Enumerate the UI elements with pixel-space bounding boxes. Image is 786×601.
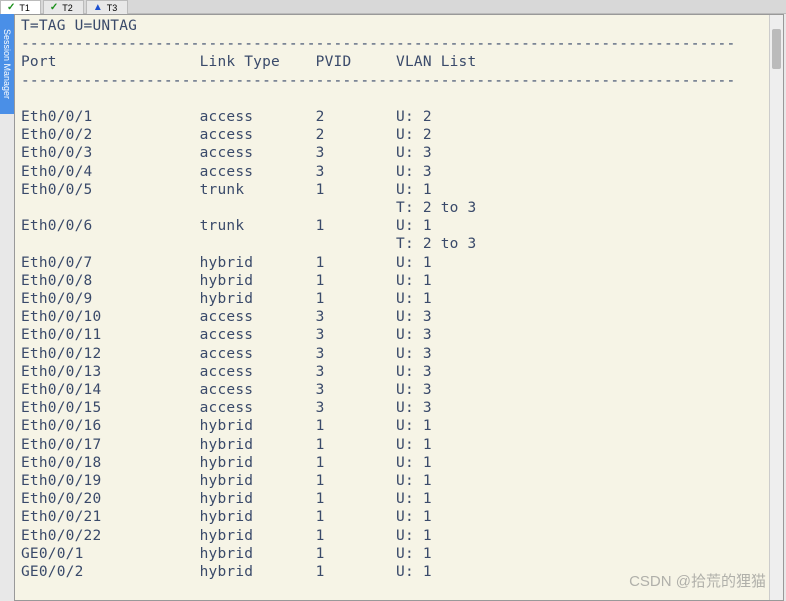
session-manager-tab[interactable]: Session Manager	[0, 14, 14, 114]
terminal-output[interactable]: T=TAG U=UNTAG --------------------------…	[15, 15, 783, 600]
terminal-pane: T=TAG U=UNTAG --------------------------…	[14, 14, 784, 601]
tab-label: T3	[107, 3, 118, 13]
tab-t3[interactable]: ▲ T3	[86, 0, 128, 14]
tab-t2[interactable]: ✓ T2	[43, 0, 84, 14]
check-icon: ✓	[50, 2, 58, 13]
scrollbar-vertical[interactable]	[769, 15, 783, 600]
scrollbar-thumb[interactable]	[772, 29, 781, 69]
check-icon: ✓	[7, 2, 15, 13]
tab-label: T2	[62, 3, 73, 13]
warning-icon: ▲	[93, 2, 103, 13]
tab-label: T1	[19, 3, 30, 13]
tab-t1[interactable]: ✓ T1	[0, 0, 41, 14]
tab-bar: ✓ T1 ✓ T2 ▲ T3	[0, 0, 786, 14]
